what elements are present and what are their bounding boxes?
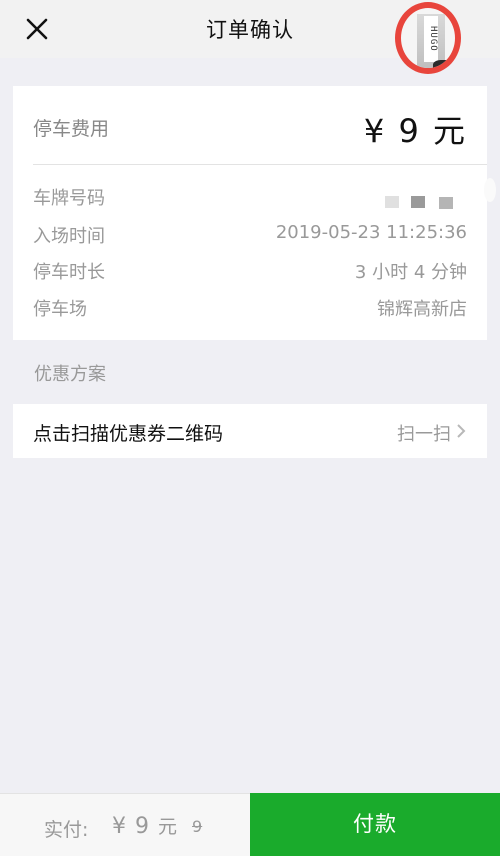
- paid-amount: ¥ 9 元: [112, 812, 178, 839]
- scroll-indicator: [484, 178, 496, 202]
- entry-time-value: 2019-05-23 11:25:36: [275, 222, 467, 243]
- avatar-logo: HUGO: [424, 16, 438, 62]
- divider: [33, 164, 487, 165]
- payment-summary: 实付: ¥ 9 元 9: [0, 793, 250, 856]
- parking-lot-row: 停车场 锦辉高新店: [33, 295, 467, 325]
- redacted-block: [385, 196, 399, 208]
- entry-time-label: 入场时间: [33, 226, 105, 247]
- parking-lot-label: 停车场: [33, 299, 87, 320]
- paid-value: 9: [135, 814, 150, 839]
- plate-number-redacted: [385, 196, 467, 210]
- header-bar: 订单确认 HUGO: [0, 0, 500, 74]
- redacted-block: [411, 196, 425, 208]
- paid-label: 实付:: [44, 819, 89, 841]
- discount-section-title: 优惠方案: [34, 364, 106, 385]
- paid-currency: ¥: [112, 814, 127, 839]
- bottom-bar: 实付: ¥ 9 元 9 付款: [0, 793, 500, 856]
- redacted-block: [439, 197, 453, 209]
- avatar-detail: [433, 60, 453, 68]
- fee-card: 停车费用 ¥ 9 元 车牌号码 入场时间 2019-05-23 11:25:36…: [13, 86, 487, 340]
- avatar-image: HUGO: [417, 14, 453, 68]
- avatar[interactable]: HUGO: [395, 2, 461, 74]
- scan-action-label: 扫一扫: [397, 424, 451, 445]
- scan-coupon-label: 点击扫描优惠券二维码: [33, 423, 224, 445]
- pay-button[interactable]: 付款: [250, 793, 500, 856]
- scan-coupon-row[interactable]: 点击扫描优惠券二维码 扫一扫: [13, 404, 487, 458]
- duration-label: 停车时长: [33, 262, 105, 283]
- paid-unit: 元: [158, 816, 179, 838]
- parking-lot-value: 锦辉高新店: [377, 299, 467, 320]
- order-confirm-screen: 订单确认 HUGO 停车费用 ¥ 9 元 车牌号码 入场时间 2019-05-2…: [0, 0, 500, 856]
- original-price: 9: [192, 817, 203, 836]
- plate-label: 车牌号码: [33, 188, 105, 209]
- duration-value: 3 小时 4 分钟: [354, 262, 467, 283]
- fee-label: 停车费用: [33, 118, 110, 140]
- chevron-right-icon: [457, 424, 466, 438]
- avatar-ring: HUGO: [395, 2, 461, 74]
- plate-row: 车牌号码: [33, 184, 467, 214]
- entry-time-row: 入场时间 2019-05-23 11:25:36: [33, 222, 467, 252]
- duration-row: 停车时长 3 小时 4 分钟: [33, 258, 467, 288]
- fee-amount: ¥ 9 元: [363, 112, 467, 150]
